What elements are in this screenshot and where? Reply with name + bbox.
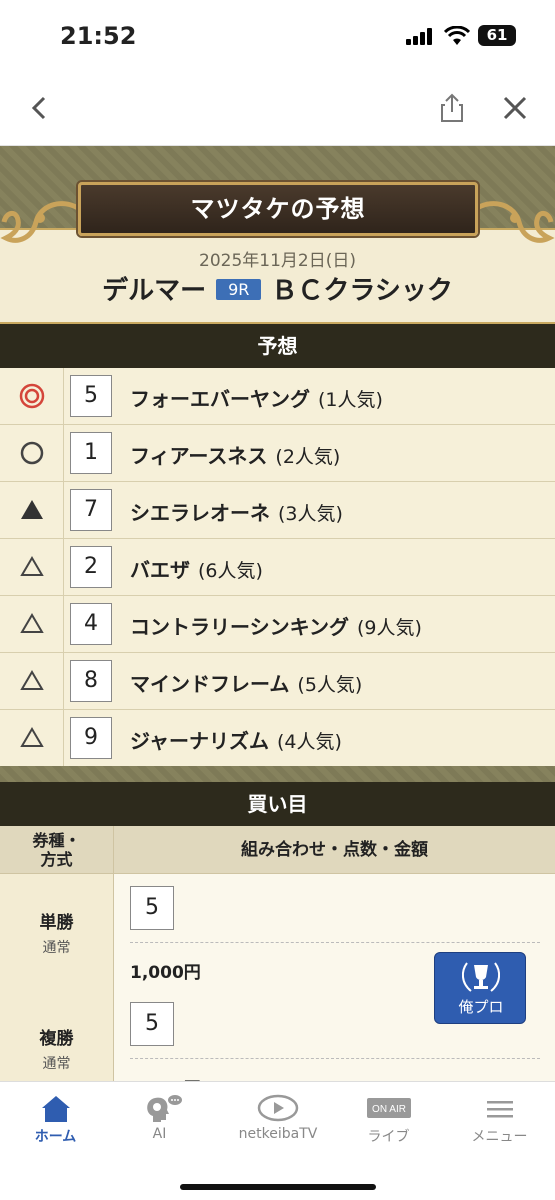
horse-number: 1 [70,432,112,474]
horse-name: ジャーナリズム [130,729,269,753]
horse-name: マインドフレーム [130,672,290,696]
prediction-mark-icon [0,368,64,424]
close-icon[interactable] [497,90,533,126]
bet-type: 複勝 [39,1029,74,1049]
tab-ai-label: AI [152,1126,167,1142]
race-name: ＢＣクラシック [271,276,453,306]
bet-method: 通常 [42,1056,71,1072]
pick-row[interactable]: 1 フィアースネス (2人気) [0,425,555,482]
venue: デルマー [102,276,207,306]
menu-icon [486,1101,513,1118]
combo-number: 5 [130,1002,174,1046]
horse-name: フィアースネス [130,444,268,468]
page-title: マツタケの予想 [190,195,366,223]
prediction-mark-icon [0,425,64,481]
tab-menu-label: メニュー [471,1129,528,1145]
horse-name-cell: ジャーナリズム (4人気) [130,725,342,754]
bet-amount: 1,000円 [130,963,201,983]
popularity: (4人気) [277,731,342,753]
horse-name-cell: バエザ (6人気) [130,554,263,583]
prediction-mark-icon [0,710,64,766]
battery-icon: 61 [478,25,516,46]
prediction-mark-icon [0,482,64,538]
section-divider [0,766,555,782]
popularity: (5人気) [297,674,363,696]
pick-row[interactable]: 4 コントラリーシンキング (9人気) [0,596,555,653]
horse-name: コントラリーシンキング [130,615,349,639]
home-indicator [180,1184,376,1190]
col-bet-type-line2: 方式 [40,850,73,869]
wifi-icon [444,26,470,45]
popularity: (2人気) [275,446,341,468]
prediction-mark-icon [0,596,64,652]
cellular-signal-icon [406,28,434,45]
buy-section-header: 買い目 [0,782,555,826]
pick-row[interactable]: 8 マインドフレーム (5人気) [0,653,555,710]
popularity: (6人気) [198,560,263,582]
home-icon [41,1096,70,1122]
horse-name: シエラレオーネ [130,501,270,525]
bet-type: 単勝 [39,913,74,933]
popularity: (9人気) [357,617,422,639]
tab-home-label: ホーム [34,1129,77,1145]
picks-section-header: 予想 [0,324,555,368]
dashed-divider [130,1058,540,1059]
race-date: 2025年11月2日(日) [199,251,356,271]
pick-row[interactable]: 2 バエザ (6人気) [0,539,555,596]
col-bet-type-line1: 券種・ [32,831,81,850]
title-plate: マツタケの予想 [78,182,478,236]
horse-number: 5 [70,375,112,417]
back-chevron-icon[interactable] [22,90,58,126]
horse-number: 8 [70,660,112,702]
race-title: デルマー 9R ＢＣクラシック [0,270,555,307]
prediction-mark-icon [0,653,64,709]
nav-bar [0,72,555,146]
horse-name-cell: マインドフレーム (5人気) [130,668,362,697]
clock: 21:52 [60,22,137,50]
race-number-badge: 9R [216,279,262,300]
bottom-tab-bar: ホーム AI netkeibaTV ON AIR ライブ メニュー [0,1081,555,1200]
bets-table-header: 券種・ 方式 組み合わせ・点数・金額 [0,826,555,874]
tab-live[interactable]: ON AIR ライブ [333,1092,444,1146]
tab-netkeibatv-label: netkeibaTV [238,1126,318,1142]
horse-number: 4 [70,603,112,645]
tab-netkeibatv[interactable]: netkeibaTV [222,1092,334,1142]
bet-type-cell: 単勝 通常 [0,874,114,990]
trophy-wreath-icon [461,962,501,992]
ai-head-icon [146,1095,182,1122]
horse-name-cell: シエラレオーネ (3人気) [130,497,343,526]
popularity: (3人気) [278,503,343,525]
tab-live-label: ライブ [367,1129,410,1145]
tab-home[interactable]: ホーム [0,1092,111,1146]
picks-list: 5 フォーエバーヤング (1人気) 1 フィアースネス (2人気) 7 シエラレオーネ (3人気… [0,368,555,767]
col-combination: 組み合わせ・点数・金額 [241,840,428,860]
horse-number: 9 [70,717,112,759]
prediction-mark-icon [0,539,64,595]
on-air-badge-text: ON AIR [372,1104,406,1115]
combo-number: 5 [130,886,174,930]
col-bet-type: 券種・ 方式 [0,826,114,874]
pick-row[interactable]: 5 フォーエバーヤング (1人気) [0,368,555,425]
horse-number: 2 [70,546,112,588]
horse-number: 7 [70,489,112,531]
horse-name: フォーエバーヤング [130,387,310,411]
horse-name: バエザ [130,558,190,582]
bet-method: 通常 [42,940,71,956]
dashed-divider [130,942,540,943]
popularity: (1人気) [318,389,383,411]
horse-name-cell: フォーエバーヤング (1人気) [130,383,383,412]
tab-ai[interactable]: AI [104,1092,215,1142]
orepro-label: 俺プロ [458,998,504,1016]
tab-menu[interactable]: メニュー [444,1092,555,1146]
prediction-header: マツタケの予想 2025年11月2日(日) デルマー 9R ＢＣクラシック [0,146,555,324]
on-air-icon: ON AIR [366,1098,411,1118]
horse-name-cell: フィアースネス (2人気) [130,440,340,469]
share-icon[interactable] [434,90,470,126]
play-icon [257,1094,299,1122]
pick-row[interactable]: 7 シエラレオーネ (3人気) [0,482,555,539]
horse-name-cell: コントラリーシンキング (9人気) [130,611,422,640]
status-bar: 21:52 61 [0,0,555,72]
orepro-button[interactable]: 俺プロ [434,952,526,1024]
pick-row[interactable]: 9 ジャーナリズム (4人気) [0,710,555,767]
